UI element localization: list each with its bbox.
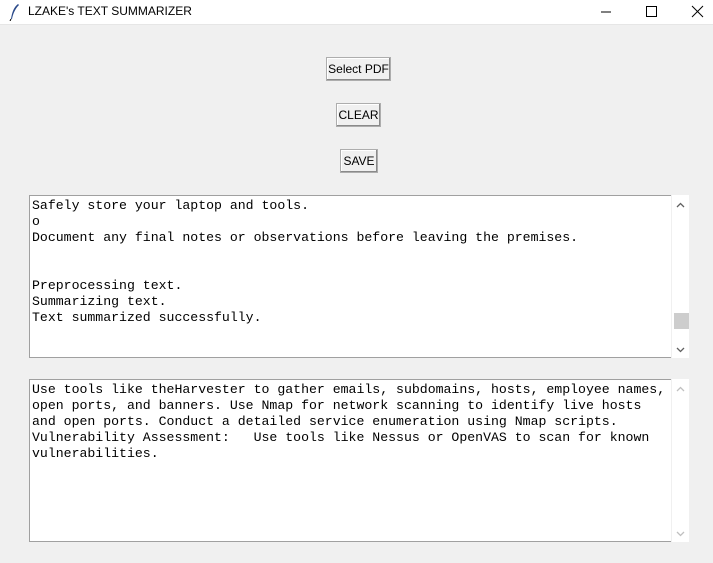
select-pdf-button[interactable]: Select PDF (326, 57, 391, 81)
feather-icon (9, 4, 19, 21)
minimize-button[interactable] (583, 0, 629, 24)
clear-button[interactable]: CLEAR (336, 103, 381, 127)
scroll-down-icon[interactable] (672, 526, 689, 542)
summary-scrollbar[interactable] (672, 379, 689, 542)
close-button[interactable] (675, 0, 713, 24)
window-title: LZAKE's TEXT SUMMARIZER (28, 4, 192, 18)
log-textbox[interactable]: Safely store your laptop and tools. o Do… (29, 195, 671, 358)
scroll-up-icon[interactable] (672, 197, 689, 213)
log-scrollbar[interactable] (672, 195, 689, 358)
minimize-icon (601, 11, 611, 13)
scroll-down-icon[interactable] (672, 342, 689, 358)
summary-textbox[interactable]: Use tools like theHarvester to gather em… (29, 379, 671, 542)
scroll-thumb[interactable] (674, 312, 689, 329)
summary-text: Use tools like theHarvester to gather em… (32, 382, 666, 461)
log-text: Safely store your laptop and tools. o Do… (32, 198, 579, 325)
maximize-button[interactable] (629, 0, 675, 24)
title-bar[interactable]: LZAKE's TEXT SUMMARIZER (0, 0, 713, 25)
maximize-icon (646, 6, 657, 17)
close-icon (691, 5, 704, 18)
scroll-up-icon[interactable] (672, 381, 689, 397)
save-button[interactable]: SAVE (340, 149, 378, 173)
